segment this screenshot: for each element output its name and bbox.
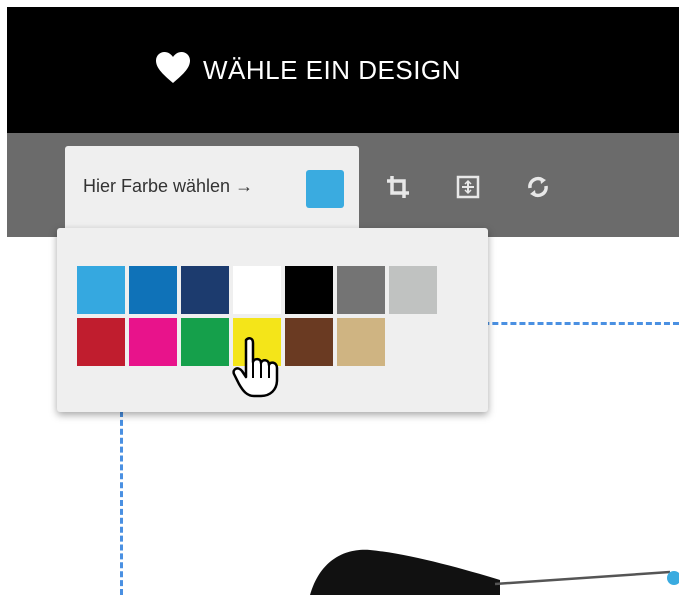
color-swatch[interactable] [389,266,437,314]
page-title: WÄHLE EIN DESIGN [203,54,461,85]
heart-icon [155,51,191,90]
color-swatch[interactable] [285,318,333,366]
center-icon[interactable] [452,171,484,203]
selected-color-swatch[interactable] [306,170,344,208]
color-swatch[interactable] [77,266,125,314]
design-editor: WÄHLE EIN DESIGN Hier Farbe wählen → [0,0,679,595]
crop-icon[interactable] [382,171,414,203]
hand-cursor-icon [232,337,279,398]
color-swatch[interactable] [129,266,177,314]
product-preview [310,549,679,595]
header-brand: WÄHLE EIN DESIGN [155,46,461,94]
color-swatch[interactable] [181,266,229,314]
color-swatch[interactable] [233,266,281,314]
color-swatch[interactable] [129,318,177,366]
color-tab[interactable]: Hier Farbe wählen → [65,146,359,236]
rotate-icon[interactable] [522,171,554,203]
color-tab-label: Hier Farbe wählen → [83,176,254,196]
color-swatch[interactable] [337,266,385,314]
color-swatch[interactable] [77,318,125,366]
color-swatch[interactable] [181,318,229,366]
color-swatch[interactable] [337,318,385,366]
color-swatch[interactable] [285,266,333,314]
